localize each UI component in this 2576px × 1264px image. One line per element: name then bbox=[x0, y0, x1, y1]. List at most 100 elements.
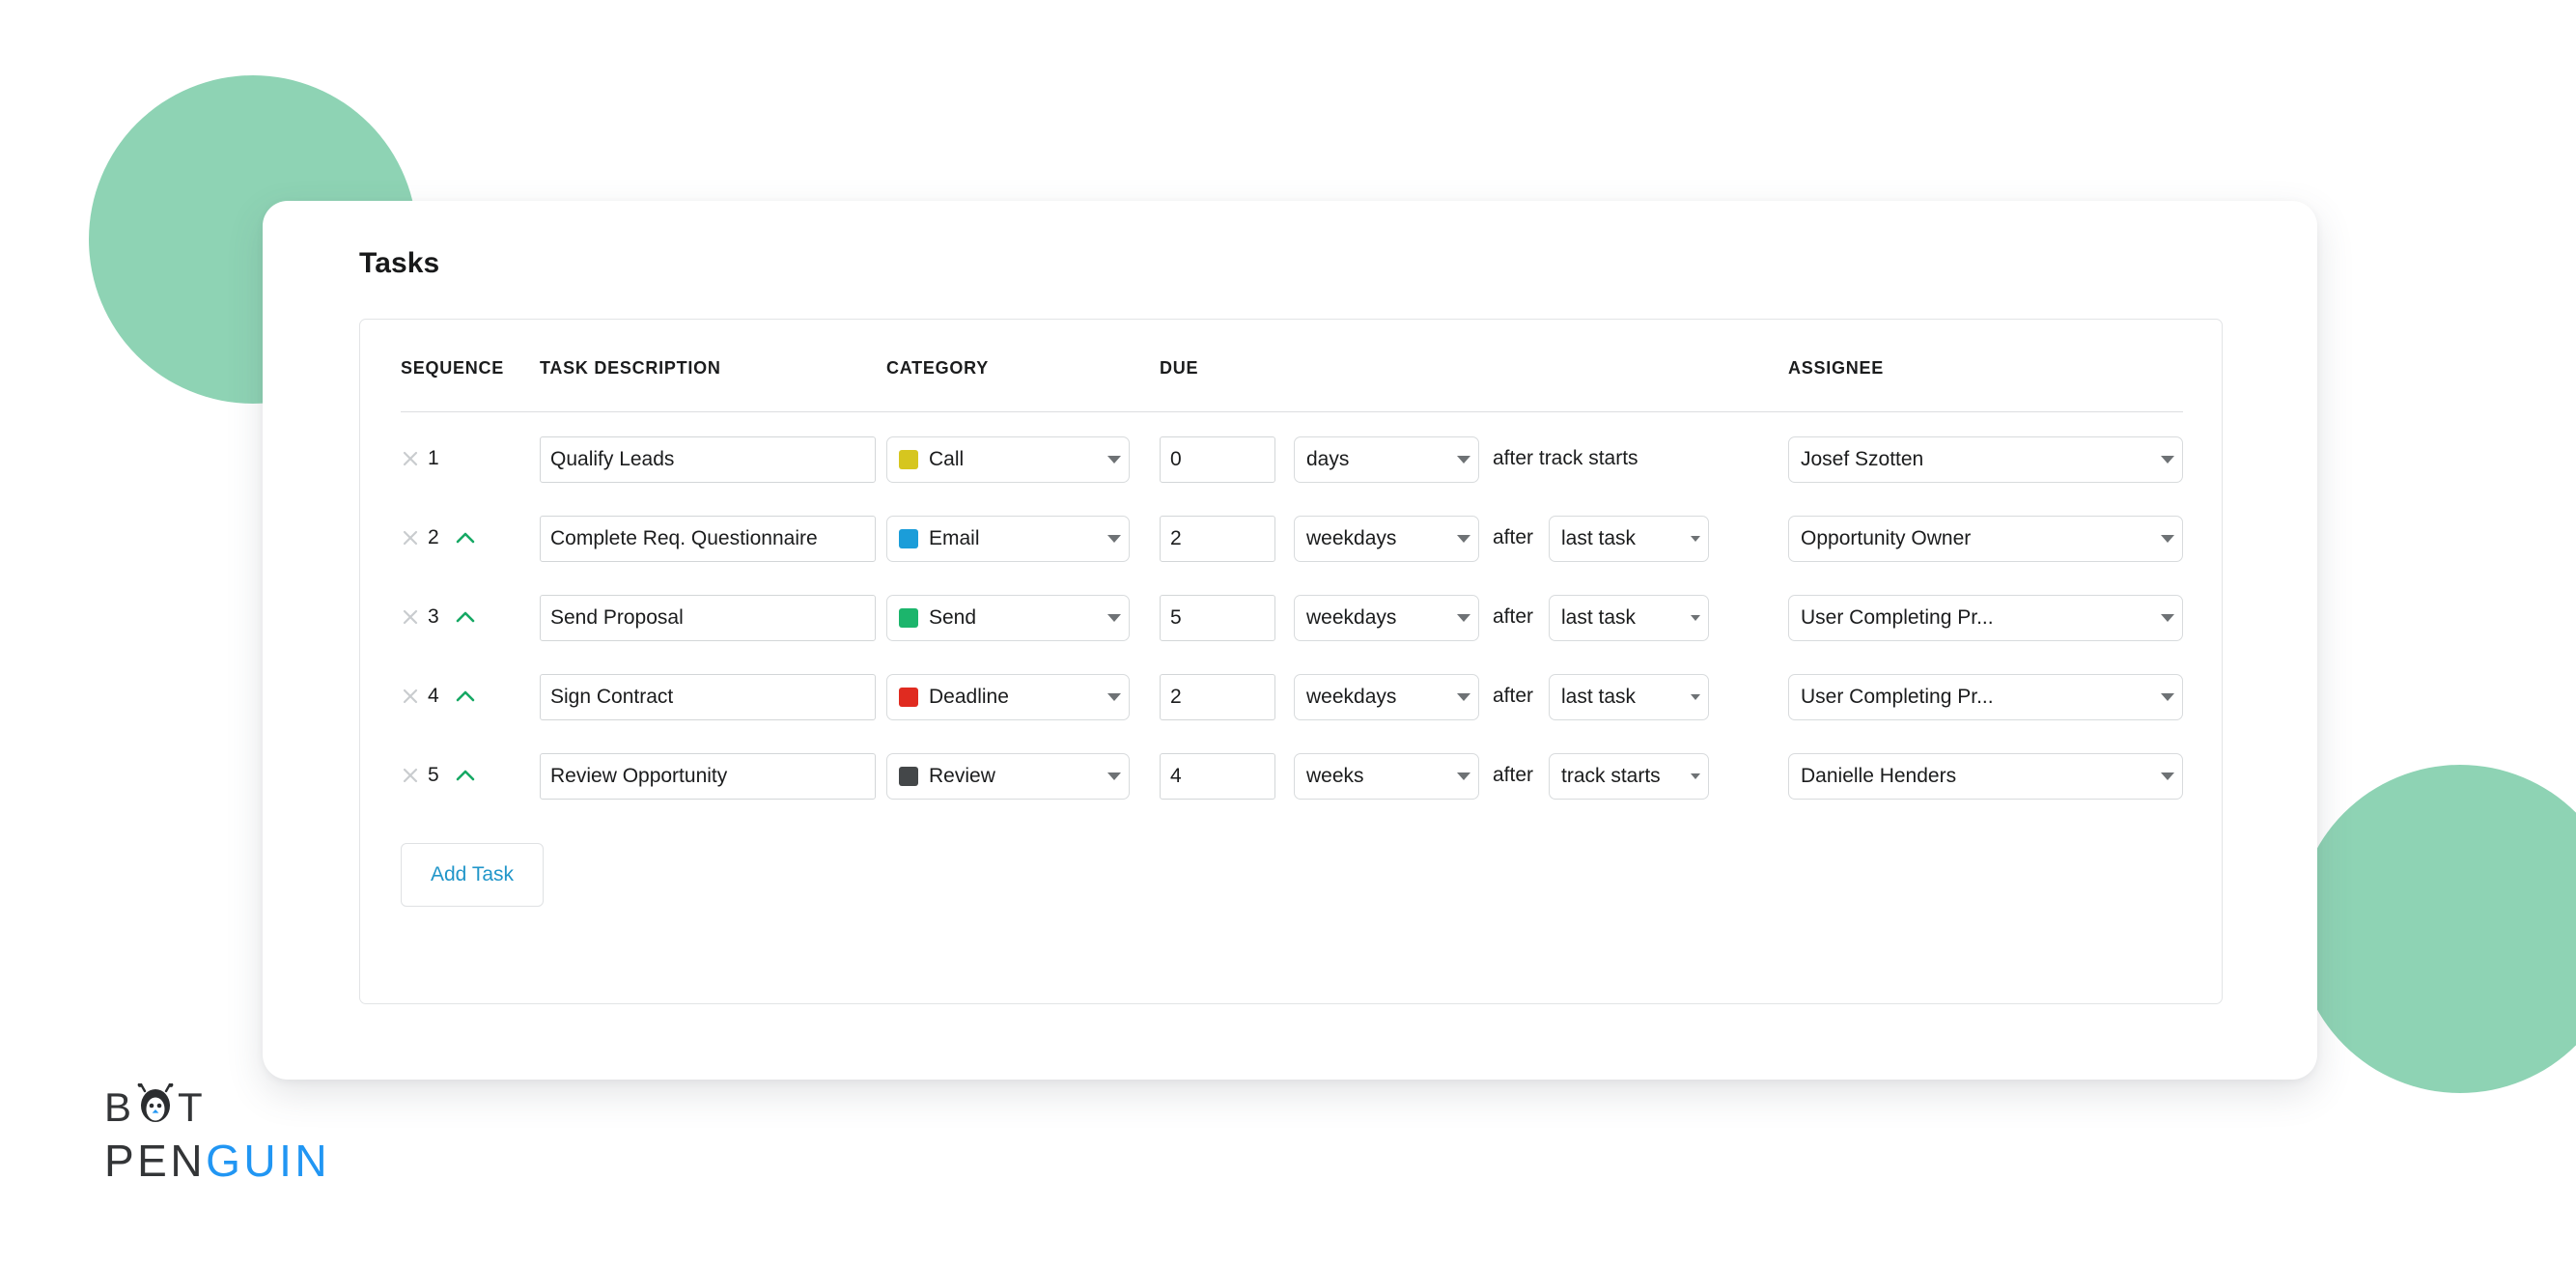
chevron-down-icon bbox=[1107, 456, 1121, 463]
task-description-input[interactable] bbox=[540, 436, 876, 483]
due-number-input[interactable] bbox=[1160, 595, 1275, 641]
sequence-number: 4 bbox=[428, 685, 439, 707]
due-number-input[interactable] bbox=[1160, 436, 1275, 483]
anchor-select[interactable]: last task bbox=[1549, 595, 1709, 641]
task-description-input[interactable] bbox=[540, 595, 876, 641]
category-color-swatch bbox=[899, 529, 918, 548]
page-title: Tasks bbox=[359, 247, 440, 279]
assignee-value: Danielle Henders bbox=[1801, 765, 1957, 787]
column-header-category: CATEGORY bbox=[886, 358, 990, 378]
due-number-input[interactable] bbox=[1160, 516, 1275, 562]
chevron-down-icon bbox=[1457, 693, 1470, 701]
move-task-up-icon[interactable] bbox=[454, 766, 477, 785]
task-row: 4 Deadline weekdays after last task User Comp… bbox=[401, 669, 2183, 723]
chevron-down-icon bbox=[2161, 693, 2174, 701]
assignee-value: Opportunity Owner bbox=[1801, 527, 1972, 549]
move-task-up-icon[interactable] bbox=[454, 607, 477, 627]
sequence-number: 3 bbox=[428, 605, 439, 628]
logo-text-pen: PEN bbox=[104, 1136, 207, 1186]
logo-line-penguin: PEN GUIN bbox=[104, 1138, 330, 1183]
due-unit-select[interactable]: days bbox=[1294, 436, 1479, 483]
sequence-cell: 1 bbox=[401, 432, 526, 486]
anchor-value: last task bbox=[1561, 686, 1637, 708]
anchor-value: track starts bbox=[1561, 765, 1661, 787]
due-unit-value: weeks bbox=[1306, 765, 1364, 787]
column-header-due: DUE bbox=[1160, 358, 1199, 378]
sequence-cell: 3 bbox=[401, 590, 526, 644]
column-header-sequence: SEQUENCE bbox=[401, 358, 505, 378]
chevron-down-icon bbox=[2161, 456, 2174, 463]
due-number-input[interactable] bbox=[1160, 753, 1275, 800]
assignee-select[interactable]: Josef Szotten bbox=[1788, 436, 2183, 483]
assignee-value: Josef Szotten bbox=[1801, 448, 1924, 470]
chevron-down-icon bbox=[2161, 772, 2174, 780]
sequence-number: 2 bbox=[428, 526, 439, 548]
category-select[interactable]: Send bbox=[886, 595, 1130, 641]
task-row: 5 Review weeks after track starts Danielle He… bbox=[401, 748, 2183, 802]
due-unit-value: weekdays bbox=[1306, 686, 1397, 708]
chevron-down-icon bbox=[1457, 535, 1470, 543]
add-task-button[interactable]: Add Task bbox=[401, 843, 544, 907]
anchor-value: last task bbox=[1561, 527, 1637, 549]
category-value: Send bbox=[929, 606, 977, 629]
anchor-value: last task bbox=[1561, 606, 1637, 629]
remove-task-icon[interactable] bbox=[401, 607, 420, 627]
chevron-down-icon bbox=[2161, 614, 2174, 622]
tasks-card: Tasks SEQUENCE TASK DESCRIPTION CATEGORY… bbox=[263, 201, 2317, 1080]
remove-task-icon[interactable] bbox=[401, 449, 420, 468]
chevron-down-icon bbox=[1691, 536, 1700, 542]
anchor-select[interactable]: track starts bbox=[1549, 753, 1709, 800]
sequence-cell: 4 bbox=[401, 669, 526, 723]
after-label: after track starts bbox=[1493, 447, 1638, 469]
remove-task-icon[interactable] bbox=[401, 766, 420, 785]
assignee-value: User Completing Pr... bbox=[1801, 686, 1994, 708]
botpenguin-logo: B T PEN GUIN bbox=[104, 1082, 330, 1183]
assignee-select[interactable]: Opportunity Owner bbox=[1788, 516, 2183, 562]
after-label: after bbox=[1493, 526, 1534, 548]
sequence-number: 5 bbox=[428, 764, 439, 786]
due-unit-select[interactable]: weekdays bbox=[1294, 674, 1479, 720]
column-header-task-description: TASK DESCRIPTION bbox=[540, 358, 721, 378]
move-task-up-icon[interactable] bbox=[454, 687, 477, 706]
task-description-input[interactable] bbox=[540, 516, 876, 562]
assignee-value: User Completing Pr... bbox=[1801, 606, 1994, 629]
sequence-cell: 2 bbox=[401, 511, 526, 565]
category-color-swatch bbox=[899, 767, 918, 786]
after-label: after bbox=[1493, 685, 1534, 707]
anchor-select[interactable]: last task bbox=[1549, 516, 1709, 562]
due-unit-select[interactable]: weekdays bbox=[1294, 516, 1479, 562]
sequence-cell: 5 bbox=[401, 748, 526, 802]
category-select[interactable]: Email bbox=[886, 516, 1130, 562]
chevron-down-icon bbox=[1457, 456, 1470, 463]
sequence-number: 1 bbox=[428, 447, 439, 469]
assignee-select[interactable]: User Completing Pr... bbox=[1788, 674, 2183, 720]
chevron-down-icon bbox=[1107, 693, 1121, 701]
due-unit-value: weekdays bbox=[1306, 606, 1397, 629]
category-value: Review bbox=[929, 765, 995, 787]
logo-letter-t: T bbox=[178, 1083, 205, 1130]
decorative-circle-right bbox=[2296, 765, 2576, 1093]
chevron-down-icon bbox=[1691, 773, 1700, 779]
anchor-select[interactable]: last task bbox=[1549, 674, 1709, 720]
assignee-select[interactable]: Danielle Henders bbox=[1788, 753, 2183, 800]
assignee-select[interactable]: User Completing Pr... bbox=[1788, 595, 2183, 641]
chevron-down-icon bbox=[1691, 615, 1700, 621]
move-task-up-icon[interactable] bbox=[454, 528, 477, 548]
task-description-input[interactable] bbox=[540, 753, 876, 800]
remove-task-icon[interactable] bbox=[401, 687, 420, 706]
tasks-panel: SEQUENCE TASK DESCRIPTION CATEGORY DUE A… bbox=[359, 319, 2223, 1004]
chevron-down-icon bbox=[1107, 535, 1121, 543]
remove-task-icon[interactable] bbox=[401, 528, 420, 548]
category-select[interactable]: Call bbox=[886, 436, 1130, 483]
category-select[interactable]: Review bbox=[886, 753, 1130, 800]
category-value: Deadline bbox=[929, 686, 1009, 708]
due-number-input[interactable] bbox=[1160, 674, 1275, 720]
due-unit-select[interactable]: weekdays bbox=[1294, 595, 1479, 641]
task-description-input[interactable] bbox=[540, 674, 876, 720]
due-unit-select[interactable]: weeks bbox=[1294, 753, 1479, 800]
chevron-down-icon bbox=[1107, 772, 1121, 780]
logo-text-guin: GUIN bbox=[206, 1136, 331, 1186]
chevron-down-icon bbox=[1457, 614, 1470, 622]
category-select[interactable]: Deadline bbox=[886, 674, 1130, 720]
chevron-down-icon bbox=[1691, 694, 1700, 700]
